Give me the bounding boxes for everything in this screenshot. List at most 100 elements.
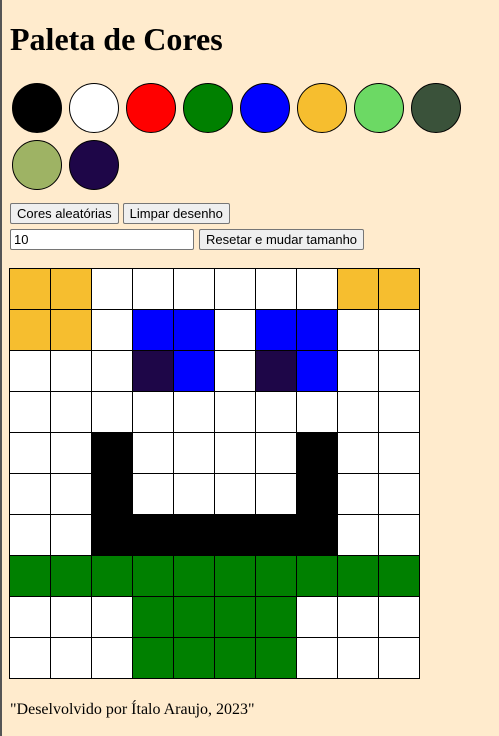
- pixel-cell[interactable]: [215, 474, 255, 514]
- pixel-cell[interactable]: [338, 474, 378, 514]
- pixel-cell[interactable]: [51, 269, 91, 309]
- pixel-cell[interactable]: [379, 392, 419, 432]
- pixel-cell[interactable]: [174, 515, 214, 555]
- pixel-cell[interactable]: [92, 515, 132, 555]
- pixel-cell[interactable]: [215, 638, 255, 678]
- pixel-cell[interactable]: [92, 638, 132, 678]
- clear-board-button[interactable]: Limpar desenho: [122, 203, 230, 224]
- pixel-cell[interactable]: [51, 433, 91, 473]
- pixel-cell[interactable]: [174, 597, 214, 637]
- palette-color-8[interactable]: [411, 83, 461, 133]
- pixel-cell[interactable]: [256, 433, 296, 473]
- pixel-cell[interactable]: [256, 351, 296, 391]
- pixel-cell[interactable]: [379, 556, 419, 596]
- palette-color-4[interactable]: [183, 83, 233, 133]
- pixel-cell[interactable]: [338, 351, 378, 391]
- pixel-cell[interactable]: [215, 351, 255, 391]
- pixel-cell[interactable]: [10, 351, 50, 391]
- palette-color-5[interactable]: [240, 83, 290, 133]
- pixel-cell[interactable]: [10, 556, 50, 596]
- pixel-cell[interactable]: [256, 515, 296, 555]
- random-colors-button[interactable]: Cores aleatórias: [10, 203, 119, 224]
- pixel-cell[interactable]: [297, 597, 337, 637]
- pixel-cell[interactable]: [338, 310, 378, 350]
- pixel-cell[interactable]: [92, 433, 132, 473]
- pixel-cell[interactable]: [133, 474, 173, 514]
- pixel-cell[interactable]: [174, 556, 214, 596]
- pixel-cell[interactable]: [51, 556, 91, 596]
- pixel-cell[interactable]: [297, 392, 337, 432]
- palette-color-7[interactable]: [354, 83, 404, 133]
- pixel-cell[interactable]: [215, 597, 255, 637]
- palette-color-1[interactable]: [12, 83, 62, 133]
- pixel-cell[interactable]: [10, 474, 50, 514]
- pixel-cell[interactable]: [297, 310, 337, 350]
- pixel-cell[interactable]: [51, 474, 91, 514]
- palette-color-9[interactable]: [12, 140, 62, 190]
- pixel-cell[interactable]: [256, 597, 296, 637]
- pixel-cell[interactable]: [92, 269, 132, 309]
- palette-color-10[interactable]: [69, 140, 119, 190]
- pixel-cell[interactable]: [92, 597, 132, 637]
- pixel-cell[interactable]: [133, 597, 173, 637]
- pixel-cell[interactable]: [379, 515, 419, 555]
- pixel-cell[interactable]: [133, 515, 173, 555]
- pixel-cell[interactable]: [92, 556, 132, 596]
- pixel-cell[interactable]: [338, 433, 378, 473]
- pixel-cell[interactable]: [379, 310, 419, 350]
- pixel-cell[interactable]: [379, 474, 419, 514]
- pixel-cell[interactable]: [215, 269, 255, 309]
- pixel-cell[interactable]: [215, 433, 255, 473]
- pixel-cell[interactable]: [338, 515, 378, 555]
- pixel-cell[interactable]: [338, 638, 378, 678]
- pixel-cell[interactable]: [338, 597, 378, 637]
- pixel-cell[interactable]: [215, 556, 255, 596]
- pixel-cell[interactable]: [297, 433, 337, 473]
- pixel-cell[interactable]: [379, 351, 419, 391]
- pixel-cell[interactable]: [133, 556, 173, 596]
- resize-board-button[interactable]: Resetar e mudar tamanho: [199, 229, 365, 250]
- pixel-cell[interactable]: [297, 638, 337, 678]
- palette-color-6[interactable]: [297, 83, 347, 133]
- pixel-cell[interactable]: [10, 638, 50, 678]
- pixel-cell[interactable]: [92, 392, 132, 432]
- palette-color-3[interactable]: [126, 83, 176, 133]
- pixel-cell[interactable]: [297, 515, 337, 555]
- pixel-cell[interactable]: [174, 474, 214, 514]
- pixel-cell[interactable]: [297, 269, 337, 309]
- pixel-cell[interactable]: [51, 597, 91, 637]
- pixel-cell[interactable]: [174, 638, 214, 678]
- pixel-cell[interactable]: [379, 638, 419, 678]
- pixel-cell[interactable]: [51, 392, 91, 432]
- pixel-cell[interactable]: [10, 269, 50, 309]
- pixel-cell[interactable]: [174, 351, 214, 391]
- pixel-cell[interactable]: [379, 597, 419, 637]
- pixel-cell[interactable]: [174, 310, 214, 350]
- pixel-cell[interactable]: [10, 392, 50, 432]
- pixel-cell[interactable]: [133, 433, 173, 473]
- pixel-cell[interactable]: [133, 310, 173, 350]
- pixel-cell[interactable]: [256, 392, 296, 432]
- pixel-cell[interactable]: [256, 556, 296, 596]
- pixel-cell[interactable]: [174, 269, 214, 309]
- pixel-cell[interactable]: [297, 351, 337, 391]
- pixel-cell[interactable]: [51, 351, 91, 391]
- pixel-cell[interactable]: [133, 638, 173, 678]
- pixel-cell[interactable]: [174, 433, 214, 473]
- pixel-cell[interactable]: [256, 638, 296, 678]
- pixel-cell[interactable]: [215, 310, 255, 350]
- board-size-input[interactable]: [10, 229, 194, 250]
- pixel-cell[interactable]: [133, 392, 173, 432]
- pixel-cell[interactable]: [133, 351, 173, 391]
- pixel-cell[interactable]: [379, 433, 419, 473]
- palette-color-2[interactable]: [69, 83, 119, 133]
- pixel-cell[interactable]: [10, 310, 50, 350]
- pixel-cell[interactable]: [174, 392, 214, 432]
- pixel-cell[interactable]: [10, 515, 50, 555]
- pixel-cell[interactable]: [133, 269, 173, 309]
- pixel-cell[interactable]: [297, 474, 337, 514]
- pixel-cell[interactable]: [51, 310, 91, 350]
- pixel-cell[interactable]: [10, 597, 50, 637]
- pixel-cell[interactable]: [92, 310, 132, 350]
- pixel-cell[interactable]: [256, 310, 296, 350]
